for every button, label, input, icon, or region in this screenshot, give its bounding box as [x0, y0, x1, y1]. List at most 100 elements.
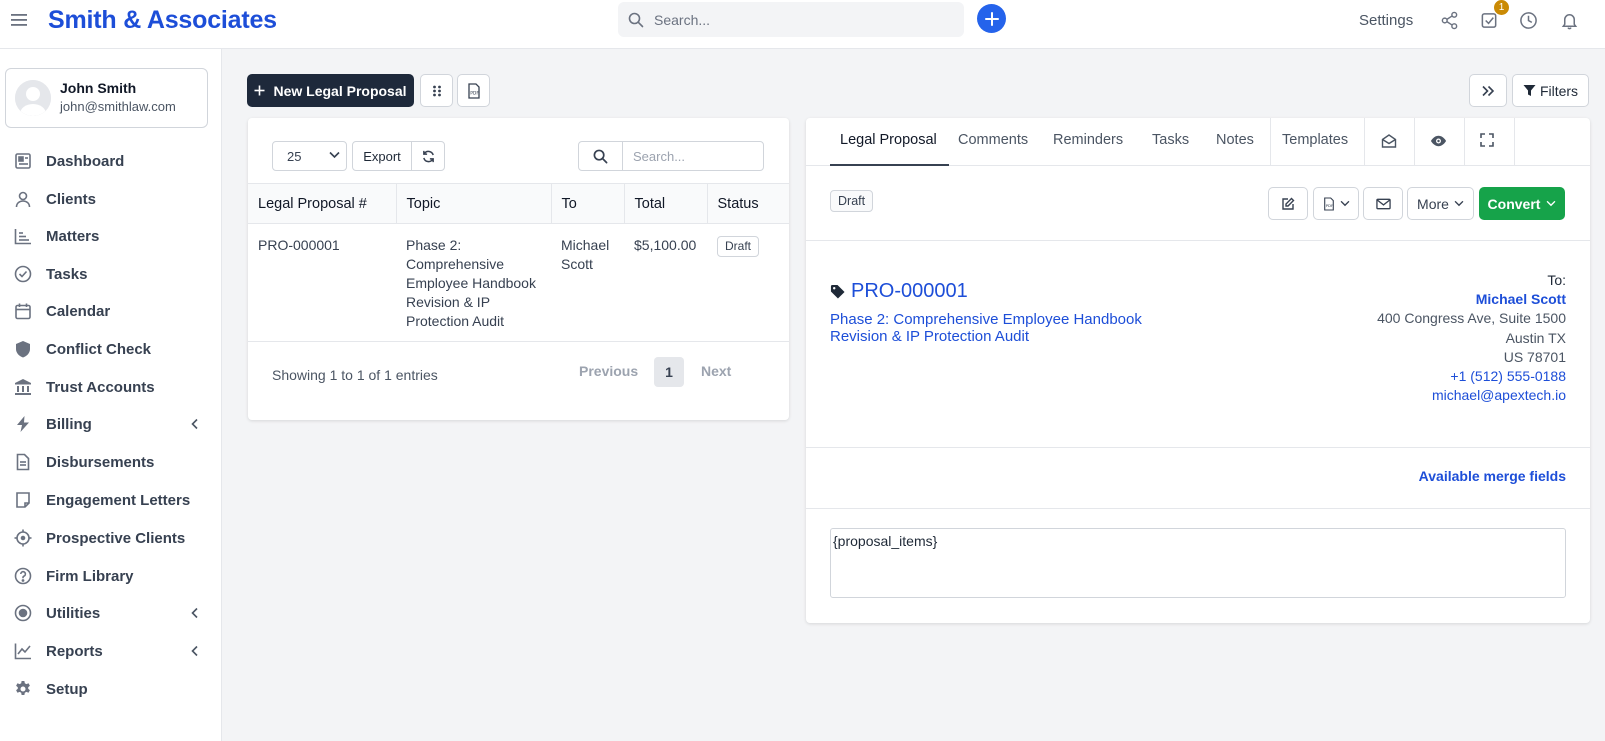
new-legal-proposal-label: New Legal Proposal: [273, 82, 407, 99]
table-search-button[interactable]: [578, 141, 623, 171]
edit-icon: [1282, 197, 1295, 210]
sidebar-item-label: Dashboard: [46, 153, 125, 170]
filter-icon: [1523, 85, 1536, 96]
column-header-total[interactable]: Total: [623, 183, 707, 224]
sidebar-item-engagement-letters[interactable]: Engagement Letters: [0, 482, 222, 518]
settings-link[interactable]: Settings: [1359, 12, 1413, 29]
avatar: [15, 80, 51, 116]
tab-comments[interactable]: Comments: [958, 132, 1028, 148]
sidebar-item-conflict-check[interactable]: Conflict Check: [0, 331, 222, 367]
tab-divider: [1270, 118, 1271, 166]
recipient-name-link[interactable]: Michael Scott: [1377, 290, 1566, 309]
recipient-phone-link[interactable]: +1 (512) 555-0188: [1377, 367, 1566, 386]
column-header-to[interactable]: To: [550, 183, 624, 224]
pagination-previous[interactable]: Previous: [579, 363, 638, 379]
tab-templates[interactable]: Templates: [1282, 132, 1348, 148]
sidebar-item-firm-library[interactable]: Firm Library: [0, 558, 222, 594]
eye-icon[interactable]: [1430, 133, 1447, 149]
pagination-page[interactable]: 1: [654, 357, 684, 387]
column-header-topic[interactable]: Topic: [395, 183, 551, 224]
cell-number[interactable]: PRO-000001: [248, 223, 396, 342]
share-icon[interactable]: [1440, 11, 1459, 30]
dashboard-icon: [14, 152, 32, 170]
export-button[interactable]: Export: [352, 141, 412, 171]
tab-legal-proposal[interactable]: Legal Proposal: [840, 132, 937, 148]
bell-icon[interactable]: [1560, 11, 1579, 30]
sidebar-item-label: Calendar: [46, 303, 111, 320]
refresh-button[interactable]: [411, 141, 445, 171]
more-dropdown-button[interactable]: More: [1407, 187, 1474, 220]
page-length-select[interactable]: 25: [272, 141, 347, 171]
sidebar-item-label: Billing: [46, 416, 92, 433]
recipient-email-link[interactable]: michael@apextech.io: [1377, 386, 1566, 405]
proposal-topic-link[interactable]: Phase 2: Comprehensive Employee Handbook…: [830, 311, 1200, 345]
grip-icon: [432, 85, 441, 96]
filters-label: Filters: [1539, 82, 1579, 99]
tag-icon: [830, 284, 845, 299]
send-email-button[interactable]: [1363, 187, 1403, 220]
kanban-view-button[interactable]: [420, 74, 453, 107]
sidebar-item-prospective-clients[interactable]: Prospective Clients: [0, 520, 222, 556]
chevron-down-icon: [1454, 200, 1464, 207]
sidebar-item-matters[interactable]: Matters: [0, 218, 222, 254]
chevron-down-icon: [1340, 200, 1349, 207]
menu-icon[interactable]: [11, 13, 29, 27]
new-legal-proposal-button[interactable]: New Legal Proposal: [247, 74, 414, 107]
tab-notes[interactable]: Notes: [1216, 132, 1254, 148]
sidebar-item-tasks[interactable]: Tasks: [0, 256, 222, 292]
pagination-next[interactable]: Next: [701, 363, 731, 379]
sidebar-item-utilities[interactable]: Utilities: [0, 595, 222, 631]
proposal-items-editor[interactable]: {proposal_items}: [830, 528, 1566, 598]
available-merge-fields-link[interactable]: Available merge fields: [1419, 468, 1566, 484]
brand-logo[interactable]: Smith & Associates: [48, 6, 277, 35]
page-length-value: 25: [287, 148, 302, 164]
divider: [806, 240, 1590, 241]
sidebar-item-label: Conflict Check: [46, 341, 152, 358]
sidebar-item-disbursements[interactable]: Disbursements: [0, 444, 222, 480]
chevron-left-icon: [191, 645, 199, 657]
sidebar-item-label: Tasks: [46, 266, 88, 283]
sidebar-item-calendar[interactable]: Calendar: [0, 293, 222, 329]
global-search[interactable]: [618, 2, 964, 37]
proposal-number-heading[interactable]: PRO-000001: [830, 280, 968, 303]
toggle-panel-button[interactable]: [1469, 74, 1507, 107]
status-badge: Draft: [830, 190, 874, 212]
proposals-table-panel: 25 Export Legal Proposal # Topic To Tota…: [248, 118, 789, 420]
pdf-export-button[interactable]: PDF: [457, 74, 490, 107]
chart-line-icon: [14, 642, 32, 660]
user-profile-card[interactable]: John Smith john@smithlaw.com: [5, 68, 208, 128]
todo-icon[interactable]: [1480, 11, 1499, 30]
target-icon: [14, 604, 32, 622]
sidebar-item-label: Utilities: [46, 605, 101, 622]
fullscreen-icon[interactable]: [1480, 133, 1494, 147]
tab-divider: [1464, 118, 1465, 166]
filters-button[interactable]: Filters: [1512, 74, 1589, 107]
global-search-input[interactable]: [654, 2, 954, 37]
sidebar-item-billing[interactable]: Billing: [0, 406, 222, 442]
clock-icon[interactable]: [1519, 11, 1538, 30]
todo-count-badge: 1: [1494, 0, 1509, 15]
sidebar-item-setup[interactable]: Setup: [0, 671, 222, 707]
sidebar-item-clients[interactable]: Clients: [0, 181, 222, 217]
convert-dropdown-button[interactable]: Convert: [1479, 187, 1565, 220]
table-search-input[interactable]: [622, 141, 764, 171]
sidebar-item-dashboard[interactable]: Dashboard: [0, 143, 222, 179]
column-header-number[interactable]: Legal Proposal #: [248, 183, 396, 224]
table-row[interactable]: PRO-000001 Phase 2: Comprehensive Employ…: [248, 223, 789, 342]
bolt-icon: [14, 415, 32, 433]
email-tracking-icon[interactable]: [1381, 133, 1397, 149]
sidebar-item-label: Disbursements: [46, 454, 155, 471]
edit-button[interactable]: [1268, 187, 1308, 220]
cell-status: Draft: [707, 223, 789, 342]
tab-tasks[interactable]: Tasks: [1152, 132, 1189, 148]
plus-icon: [254, 85, 265, 96]
column-header-status[interactable]: Status: [706, 183, 789, 224]
question-circle-icon: [14, 567, 32, 585]
sidebar-item-trust-accounts[interactable]: Trust Accounts: [0, 369, 222, 405]
sidebar-item-reports[interactable]: Reports: [0, 633, 222, 669]
pdf-dropdown-button[interactable]: PDF: [1313, 187, 1359, 220]
quick-create-button[interactable]: [977, 4, 1006, 33]
address-line-1: 400 Congress Ave, Suite 1500: [1377, 310, 1566, 327]
proposal-number: PRO-000001: [851, 280, 968, 302]
tab-reminders[interactable]: Reminders: [1053, 132, 1123, 148]
